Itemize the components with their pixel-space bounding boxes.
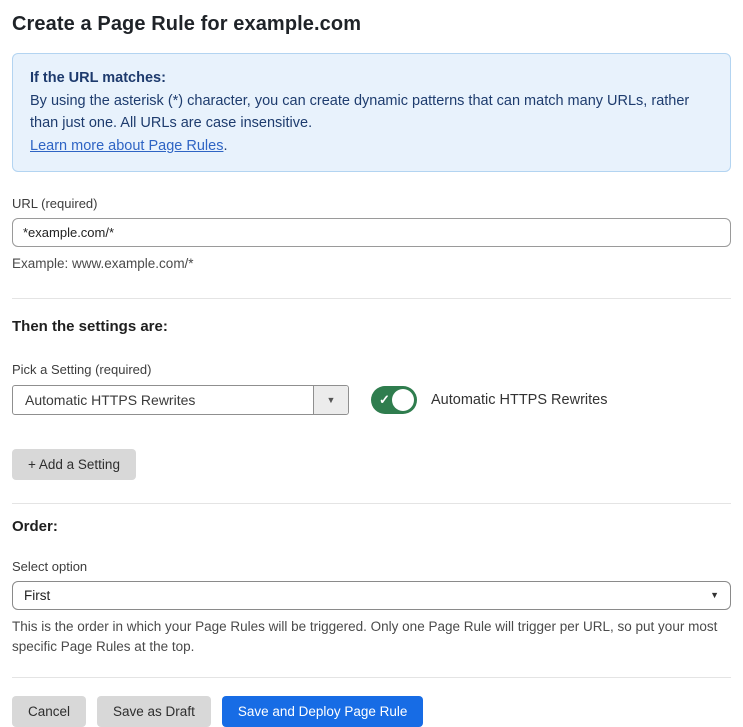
chevron-down-icon: ▼ [710,590,719,601]
setting-toggle-wrap: ✓ Automatic HTTPS Rewrites [371,385,608,414]
divider [12,297,731,299]
learn-more-link[interactable]: Learn more about Page Rules [30,138,223,154]
dropdown-arrow-button[interactable]: ▼ [313,385,348,414]
save-deploy-button[interactable]: Save and Deploy Page Rule [221,696,424,727]
url-label: URL (required) [12,196,98,212]
toggle-label: Automatic HTTPS Rewrites [431,391,608,408]
settings-heading: Then the settings are: [12,317,168,335]
add-setting-button[interactable]: + Add a Setting [12,448,136,480]
save-draft-button[interactable]: Save as Draft [97,696,211,727]
setting-row: Automatic HTTPS Rewrites ▼ ✓ Automatic H… [12,384,731,415]
divider [12,502,731,504]
https-rewrites-toggle[interactable]: ✓ [371,385,417,414]
order-select-value: First [24,587,51,603]
order-select[interactable]: First ▼ [12,580,731,610]
info-box-link-row: Learn more about Page Rules. [30,135,713,158]
check-icon: ✓ [379,391,390,407]
order-helper-text: This is the order in which your Page Rul… [12,618,718,654]
link-period: . [223,137,228,154]
select-option-label: Select option [12,558,88,574]
cancel-button[interactable]: Cancel [12,696,87,727]
url-helper-text: Example: www.example.com/* [12,256,194,272]
url-input[interactable] [12,218,731,248]
chevron-down-icon: ▼ [326,394,336,405]
form-actions: Cancel Save as Draft Save and Deploy Pag… [12,696,731,727]
divider [12,677,731,679]
order-heading: Order: [12,517,58,535]
setting-dropdown-value: Automatic HTTPS Rewrites [25,391,196,408]
page-rule-form: Create a Page Rule for example.com If th… [0,13,743,727]
pick-setting-label: Pick a Setting (required) [12,361,152,377]
toggle-knob [392,388,414,411]
info-box-heading: If the URL matches: [30,70,166,86]
url-matches-info-box: If the URL matches: By using the asteris… [12,53,731,173]
page-title: Create a Page Rule for example.com [12,13,362,35]
setting-dropdown[interactable]: Automatic HTTPS Rewrites ▼ [12,384,349,415]
info-box-body: By using the asterisk (*) character, you… [30,92,690,132]
